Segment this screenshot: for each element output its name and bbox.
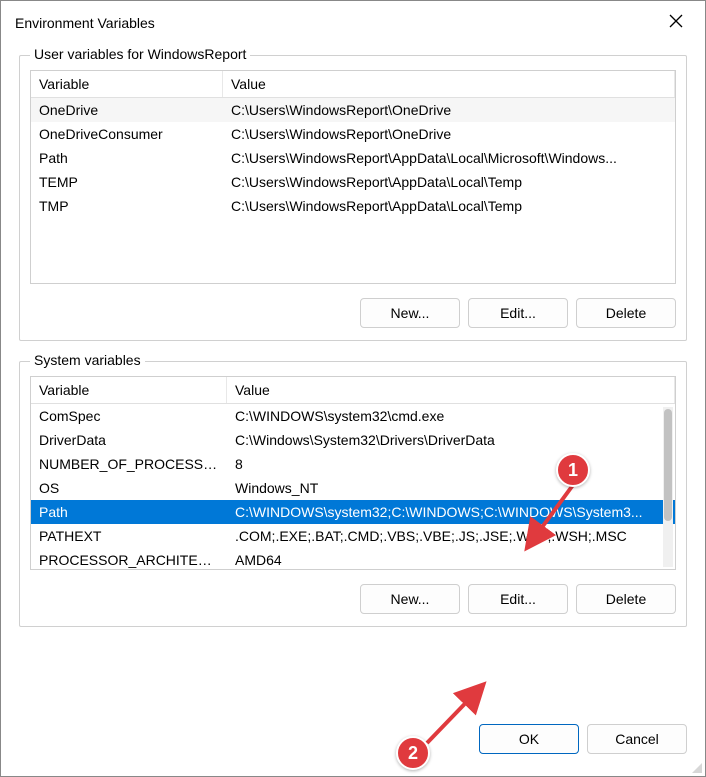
column-header-variable[interactable]: Variable — [31, 71, 223, 97]
user-variables-group: User variables for WindowsReport Variabl… — [19, 55, 687, 341]
cancel-button[interactable]: Cancel — [587, 724, 687, 754]
annotation-badge-1: 1 — [556, 453, 590, 487]
user-variables-list[interactable]: Variable Value OneDrive C:\Users\Windows… — [30, 70, 676, 284]
scroll-thumb[interactable] — [664, 409, 672, 521]
resize-grip-icon[interactable] — [689, 760, 703, 774]
list-row[interactable]: Path C:\Users\WindowsReport\AppData\Loca… — [31, 146, 675, 170]
cell-value: C:\Users\WindowsReport\AppData\Local\Tem… — [223, 172, 675, 192]
cell-value: C:\Windows\System32\Drivers\DriverData — [227, 430, 675, 450]
user-buttons-row: New... Edit... Delete — [30, 298, 676, 328]
list-header[interactable]: Variable Value — [31, 377, 675, 404]
list-row[interactable]: TMP C:\Users\WindowsReport\AppData\Local… — [31, 194, 675, 218]
titlebar: Environment Variables — [1, 1, 705, 41]
system-variables-group: System variables Variable Value ComSpec … — [19, 361, 687, 627]
dialog-content: User variables for WindowsReport Variabl… — [1, 41, 705, 645]
cell-value: C:\Users\WindowsReport\OneDrive — [223, 124, 675, 144]
scrollbar[interactable] — [663, 407, 673, 567]
cell-variable: OneDrive — [31, 100, 223, 120]
list-row[interactable]: OneDriveConsumer C:\Users\WindowsReport\… — [31, 122, 675, 146]
annotation-badge-2: 2 — [396, 736, 430, 770]
cell-variable: OS — [31, 478, 227, 498]
user-delete-button[interactable]: Delete — [576, 298, 676, 328]
cell-value: Windows_NT — [227, 478, 675, 498]
dialog-footer: OK Cancel — [461, 724, 705, 754]
cell-variable: Path — [31, 502, 227, 522]
cell-variable: TEMP — [31, 172, 223, 192]
cell-variable: Path — [31, 148, 223, 168]
cell-value: C:\Users\WindowsReport\OneDrive — [223, 100, 675, 120]
environment-variables-dialog: Environment Variables User variables for… — [0, 0, 706, 777]
close-icon[interactable] — [661, 10, 691, 36]
user-new-button[interactable]: New... — [360, 298, 460, 328]
column-header-value[interactable]: Value — [227, 377, 675, 403]
cell-variable: TMP — [31, 196, 223, 216]
cell-value: C:\Users\WindowsReport\AppData\Local\Tem… — [223, 196, 675, 216]
system-buttons-row: New... Edit... Delete — [30, 584, 676, 614]
list-row[interactable]: ComSpec C:\WINDOWS\system32\cmd.exe — [31, 404, 675, 428]
cell-variable: DriverData — [31, 430, 227, 450]
list-row-selected[interactable]: Path C:\WINDOWS\system32;C:\WINDOWS;C:\W… — [31, 500, 675, 524]
cell-variable: PROCESSOR_ARCHITECTU... — [31, 550, 227, 570]
ok-button[interactable]: OK — [479, 724, 579, 754]
cell-value: AMD64 — [227, 550, 675, 570]
cell-variable: NUMBER_OF_PROCESSORS — [31, 454, 227, 474]
cell-variable: OneDriveConsumer — [31, 124, 223, 144]
list-row[interactable]: OneDrive C:\Users\WindowsReport\OneDrive — [31, 98, 675, 122]
column-header-value[interactable]: Value — [223, 71, 675, 97]
system-edit-button[interactable]: Edit... — [468, 584, 568, 614]
dialog-title: Environment Variables — [15, 15, 155, 31]
list-header[interactable]: Variable Value — [31, 71, 675, 98]
cell-value: .COM;.EXE;.BAT;.CMD;.VBS;.VBE;.JS;.JSE;.… — [227, 526, 675, 546]
cell-variable: ComSpec — [31, 406, 227, 426]
list-row[interactable]: PATHEXT .COM;.EXE;.BAT;.CMD;.VBS;.VBE;.J… — [31, 524, 675, 548]
list-row[interactable]: TEMP C:\Users\WindowsReport\AppData\Loca… — [31, 170, 675, 194]
cell-value: C:\WINDOWS\system32\cmd.exe — [227, 406, 675, 426]
user-variables-label: User variables for WindowsReport — [30, 46, 250, 62]
user-edit-button[interactable]: Edit... — [468, 298, 568, 328]
column-header-variable[interactable]: Variable — [31, 377, 227, 403]
cell-value: 8 — [227, 454, 675, 474]
list-row[interactable]: PROCESSOR_ARCHITECTU... AMD64 — [31, 548, 675, 570]
cell-value: C:\Users\WindowsReport\AppData\Local\Mic… — [223, 148, 675, 168]
system-delete-button[interactable]: Delete — [576, 584, 676, 614]
system-variables-label: System variables — [30, 352, 145, 368]
list-row[interactable]: DriverData C:\Windows\System32\Drivers\D… — [31, 428, 675, 452]
system-new-button[interactable]: New... — [360, 584, 460, 614]
cell-value: C:\WINDOWS\system32;C:\WINDOWS;C:\WINDOW… — [227, 502, 675, 522]
cell-variable: PATHEXT — [31, 526, 227, 546]
